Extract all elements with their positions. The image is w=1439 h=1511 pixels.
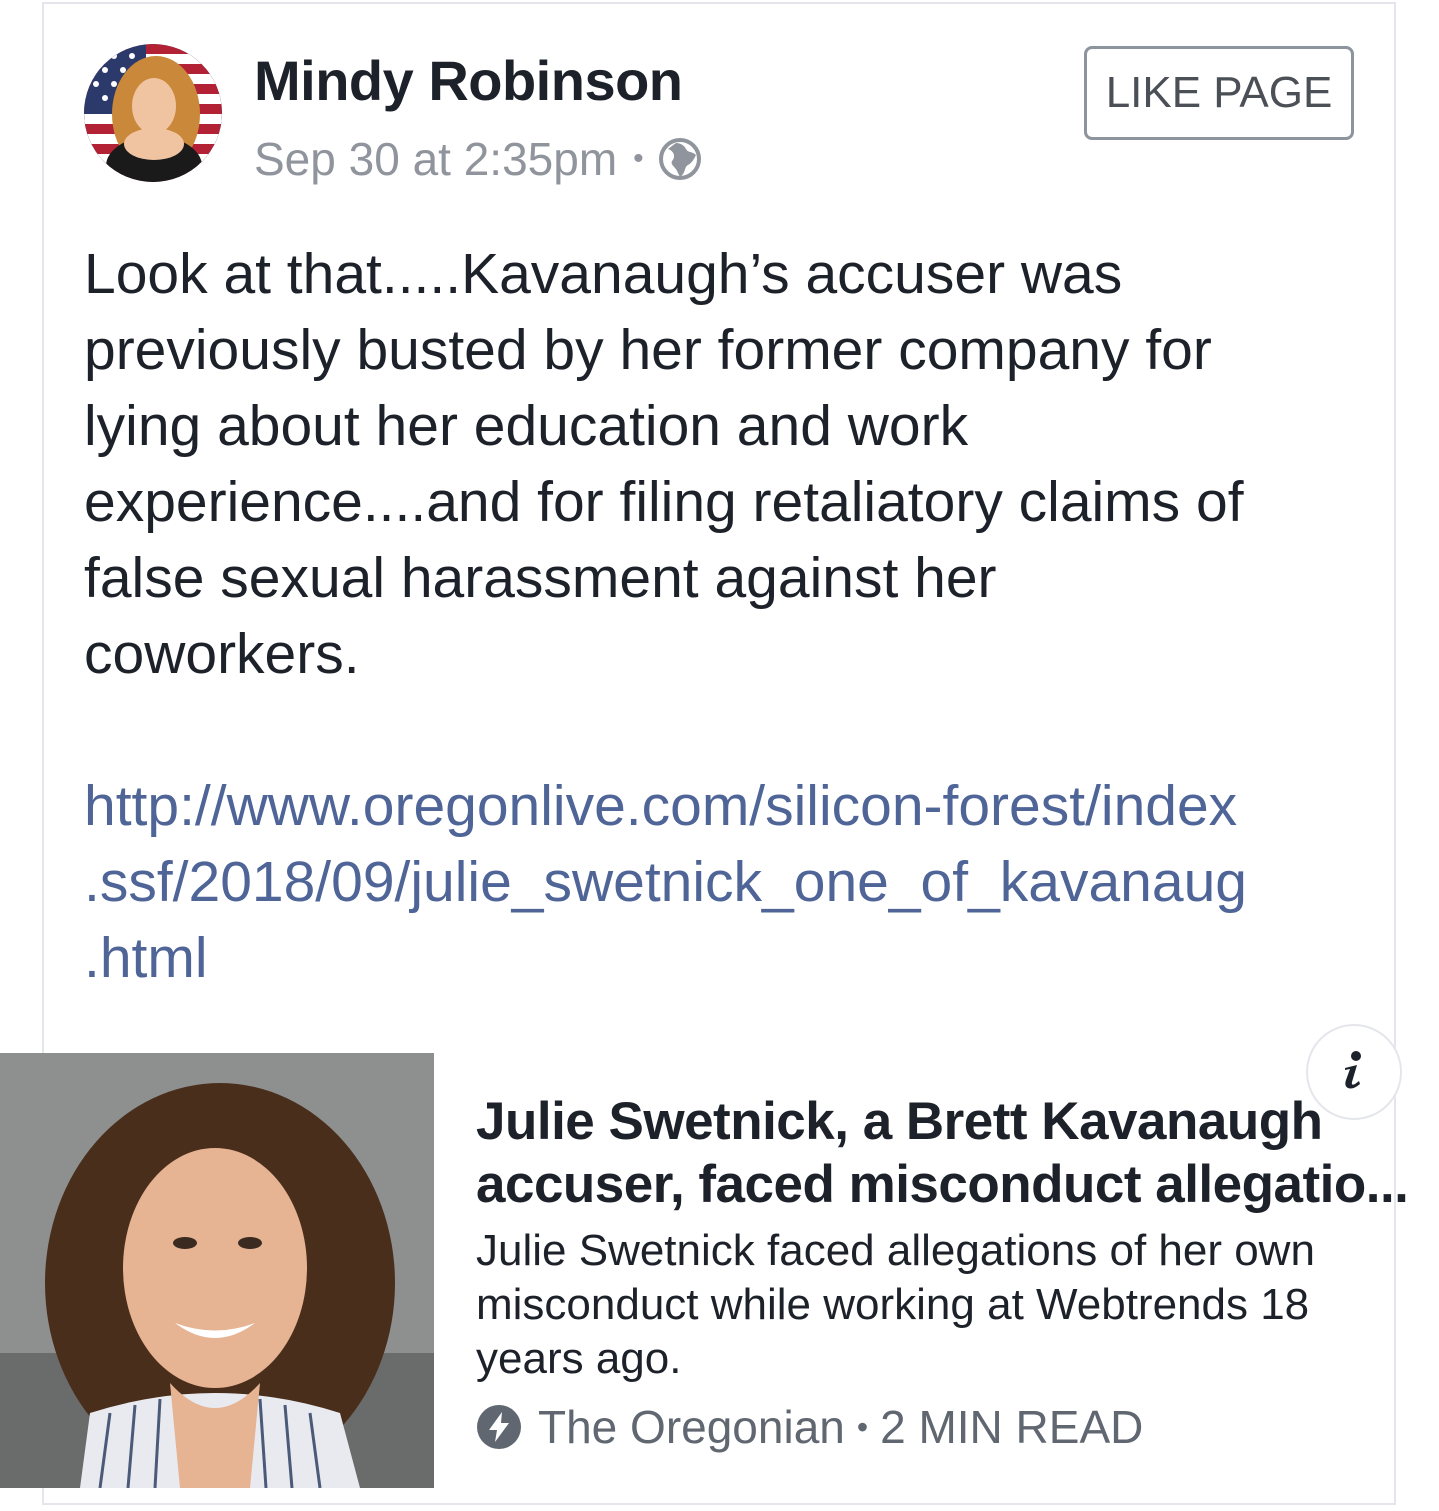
link-title-line[interactable]: accuser, faced misconduct allegatio... bbox=[476, 1153, 1409, 1216]
link-desc-line: misconduct while working at Webtrends 18 bbox=[476, 1280, 1310, 1329]
link-preview-image[interactable] bbox=[0, 1053, 434, 1488]
link-preview-card[interactable]: Julie Swetnick, a Brett Kavanaugh accuse… bbox=[0, 1020, 1439, 1490]
globe-icon bbox=[658, 137, 702, 181]
link-preview-source: The Oregonian • 2 MIN READ bbox=[476, 1400, 1143, 1454]
post-message: Look at that.....Kavanaugh’s accuser was… bbox=[84, 236, 1374, 692]
author-name[interactable]: Mindy Robinson bbox=[254, 48, 683, 113]
post-text-line: previously busted by her former company … bbox=[84, 318, 1212, 382]
post-url-line[interactable]: .ssf/2018/09/julie_swetnick_one_of_kavan… bbox=[84, 844, 1384, 920]
post-url-link[interactable]: http://www.oregonlive.com/silicon-forest… bbox=[84, 768, 1384, 996]
meta-separator: • bbox=[633, 142, 644, 175]
post-text-line: coworkers. bbox=[84, 622, 360, 686]
link-preview-description: Julie Swetnick faced allegations of her … bbox=[476, 1224, 1376, 1386]
post-text-line: Look at that.....Kavanaugh’s accuser was bbox=[84, 242, 1123, 306]
card-bottom-border bbox=[42, 1503, 1396, 1505]
link-desc-line: years ago. bbox=[476, 1334, 682, 1383]
lightning-bolt-icon bbox=[476, 1404, 522, 1450]
read-time: 2 MIN READ bbox=[880, 1401, 1144, 1453]
like-page-button[interactable]: LIKE PAGE bbox=[1084, 46, 1354, 140]
post-url-line[interactable]: http://www.oregonlive.com/silicon-forest… bbox=[84, 768, 1384, 844]
source-name: The Oregonian bbox=[538, 1401, 845, 1453]
post-text-line: false sexual harassment against her bbox=[84, 546, 997, 610]
post-text-line: lying about her education and work bbox=[84, 394, 969, 458]
post-url-line[interactable]: .html bbox=[84, 920, 1384, 996]
post-timestamp[interactable]: Sep 30 at 2:35pm bbox=[254, 132, 617, 186]
post-meta: Sep 30 at 2:35pm • bbox=[254, 132, 702, 186]
author-avatar[interactable] bbox=[84, 44, 222, 182]
info-icon bbox=[1339, 1050, 1369, 1095]
post-text-line: experience....and for filing retaliatory… bbox=[84, 470, 1244, 534]
source-separator: • bbox=[856, 1408, 869, 1445]
link-desc-line: Julie Swetnick faced allegations of her … bbox=[476, 1226, 1315, 1275]
link-title-line[interactable]: Julie Swetnick, a Brett Kavanaugh bbox=[476, 1090, 1406, 1153]
link-preview-title[interactable]: Julie Swetnick, a Brett Kavanaugh accuse… bbox=[476, 1090, 1409, 1216]
